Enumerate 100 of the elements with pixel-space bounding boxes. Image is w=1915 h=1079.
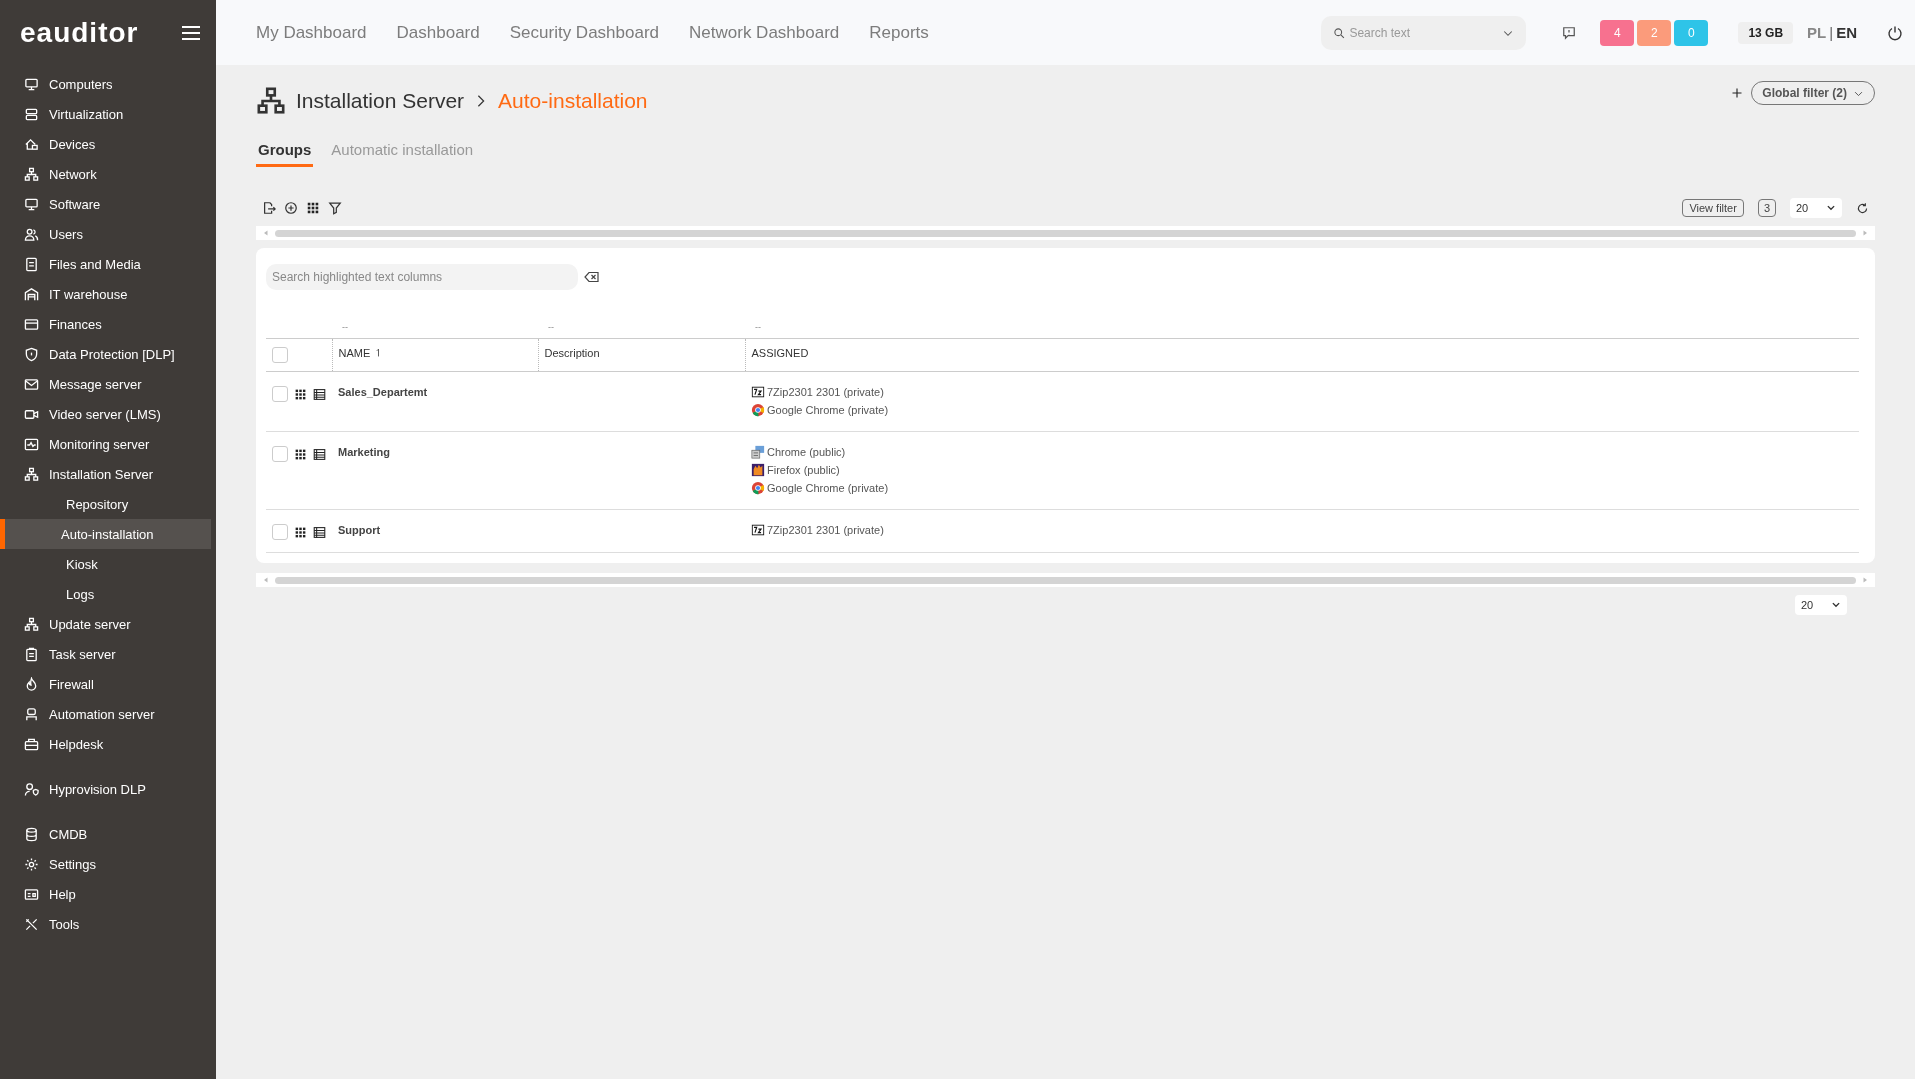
assigned-package: Google Chrome (private) — [767, 404, 889, 416]
sidebar-item[interactable]: CMDB — [0, 819, 216, 849]
sidebar-item[interactable]: Data Protection [DLP] — [0, 339, 216, 369]
horizontal-scrollbar[interactable] — [256, 573, 1875, 587]
grid-icon[interactable] — [294, 387, 307, 401]
view-filter-button[interactable]: View filter — [1682, 199, 1744, 217]
select-all-checkbox[interactable] — [272, 347, 288, 363]
toolbox-icon — [24, 736, 39, 752]
column-header[interactable]: Description — [544, 347, 600, 359]
archive-app-icon — [751, 385, 765, 399]
sidebar-item[interactable]: Settings — [0, 849, 216, 879]
firefox-app-icon — [751, 463, 765, 477]
sidebar-item[interactable]: Automation server — [0, 699, 216, 729]
sidebar-item[interactable]: Tools — [0, 909, 216, 939]
users-icon — [24, 226, 39, 242]
nav-link[interactable]: My Dashboard — [256, 22, 367, 43]
arrow-left-icon — [262, 576, 270, 584]
nav-link[interactable]: Network Dashboard — [689, 22, 840, 43]
table-search-field[interactable]: Search highlighted text columns — [266, 264, 578, 290]
warehouse-icon — [24, 286, 39, 302]
search-field[interactable]: Search text — [1321, 15, 1527, 50]
installer-app-icon — [751, 445, 765, 459]
assigned-package: Chrome (public) — [767, 446, 846, 458]
export-icon[interactable] — [262, 201, 276, 215]
table-view-icon[interactable] — [313, 387, 326, 401]
help-card-icon — [24, 886, 39, 902]
sidebar-item[interactable]: Software — [0, 189, 216, 219]
column-header[interactable]: ASSIGNED — [751, 347, 809, 359]
sidebar-item[interactable]: Helpdesk — [0, 729, 216, 759]
sidebar-item[interactable]: Users — [0, 219, 216, 249]
grid-icon[interactable] — [306, 201, 320, 215]
network-icon — [24, 166, 39, 182]
browser-app-icon — [751, 403, 765, 417]
shield-icon — [24, 346, 39, 362]
group-name[interactable]: Marketing — [338, 446, 390, 458]
table-view-icon[interactable] — [313, 525, 326, 539]
sidebar-item[interactable]: Monitoring server — [0, 429, 216, 459]
arrow-left-icon — [262, 229, 270, 237]
sidebar-item[interactable]: Task server — [0, 639, 216, 669]
page-size-select[interactable]: 20 — [1795, 595, 1847, 615]
refresh-icon[interactable] — [1856, 201, 1869, 215]
clear-icon[interactable] — [584, 269, 600, 285]
devices-icon — [24, 136, 39, 152]
grid-icon[interactable] — [294, 525, 307, 539]
sidebar-item[interactable]: Help — [0, 879, 216, 909]
archive-app-icon — [751, 523, 765, 537]
plus-icon[interactable] — [1731, 87, 1744, 99]
clipboard-icon — [24, 646, 39, 662]
sidebar-item[interactable]: Network — [0, 159, 216, 189]
nav-link[interactable]: Reports — [869, 22, 929, 43]
sidebar-item[interactable]: Installation Server — [0, 459, 216, 489]
sidebar-subitem[interactable]: Logs — [0, 579, 211, 609]
arrow-right-icon — [1861, 576, 1869, 584]
sidebar-item[interactable]: Video server (LMS) — [0, 399, 216, 429]
assigned-package: Google Chrome (private) — [767, 482, 889, 494]
tab[interactable]: Groups — [256, 137, 314, 167]
group-name[interactable]: Sales_Departemt — [338, 386, 428, 398]
sidebar-item[interactable]: Update server — [0, 609, 216, 639]
grid-icon[interactable] — [294, 447, 307, 461]
filter-icon[interactable] — [328, 201, 342, 215]
row-checkbox[interactable] — [272, 524, 288, 540]
column-filter[interactable]: -- — [548, 322, 554, 332]
sidebar-item[interactable]: Message server — [0, 369, 216, 399]
sidebar-item[interactable]: IT warehouse — [0, 279, 216, 309]
sidebar-item[interactable]: Finances — [0, 309, 216, 339]
sidebar-item[interactable]: Computers — [0, 69, 216, 99]
sidebar-subitem[interactable]: Auto-installation — [0, 519, 211, 549]
breadcrumb-link[interactable]: Installation Server — [296, 89, 465, 113]
assigned-package: 7Zip2301 2301 (private) — [767, 386, 884, 398]
sidebar-subitem[interactable]: Repository — [0, 489, 211, 519]
sidebar-subitem[interactable]: Kiosk — [0, 549, 211, 579]
filter-count: 3 — [1757, 199, 1776, 217]
column-header[interactable]: NAME — [338, 347, 371, 359]
document-icon — [24, 256, 39, 272]
sidebar-item[interactable]: Devices — [0, 129, 216, 159]
envelope-icon — [24, 376, 39, 392]
power-icon — [1887, 24, 1903, 41]
sidebar-item[interactable]: Hyprovision DLP — [0, 774, 216, 804]
alert-message-icon[interactable] — [1562, 25, 1577, 40]
browser-app-icon — [751, 481, 765, 495]
search-icon — [1333, 26, 1346, 39]
sidebar-item[interactable]: Files and Media — [0, 249, 216, 279]
nav-link[interactable]: Dashboard — [396, 22, 480, 43]
table-view-icon[interactable] — [313, 447, 326, 461]
power-button[interactable] — [1887, 24, 1903, 41]
group-name[interactable]: Support — [338, 524, 381, 536]
column-filter[interactable]: -- — [755, 322, 761, 332]
user-shield-icon — [24, 781, 39, 797]
row-checkbox[interactable] — [272, 386, 288, 402]
horizontal-scrollbar[interactable] — [256, 226, 1875, 240]
sidebar-item[interactable]: Virtualization — [0, 99, 216, 129]
nav-link[interactable]: Security Dashboard — [509, 22, 660, 43]
disk-usage: 13 GB — [1738, 21, 1794, 44]
row-checkbox[interactable] — [272, 446, 288, 462]
add-circle-icon[interactable] — [284, 201, 298, 215]
language-link[interactable]: EN — [1836, 24, 1857, 41]
sidebar-item[interactable]: Firewall — [0, 669, 216, 699]
column-filter[interactable]: -- — [342, 322, 348, 332]
tools-icon — [24, 916, 39, 932]
page-size-select[interactable]: 20 — [1790, 198, 1842, 218]
